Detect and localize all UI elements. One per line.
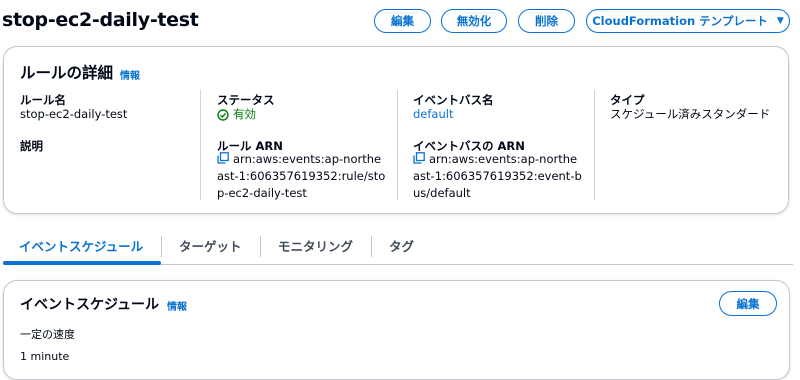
description-label: 説明: [20, 139, 43, 153]
tab-divider: [371, 236, 372, 257]
copy-icon[interactable]: [217, 152, 229, 164]
check-circle-icon: [217, 108, 229, 121]
status-value: 有効: [217, 106, 256, 123]
rule-arn-value: arn:aws:events:ap-northeast-1:6063576193…: [217, 151, 387, 202]
tab-targets[interactable]: ターゲット: [179, 236, 242, 255]
cloudformation-template-label: CloudFormation テンプレート: [592, 14, 768, 28]
active-tab-indicator: [3, 261, 161, 265]
event-bus-arn-value: arn:aws:events:ap-northeast-1:6063576193…: [413, 151, 583, 202]
status-text: 有効: [233, 107, 256, 121]
tab-divider: [260, 236, 261, 257]
delete-button[interactable]: 削除: [518, 9, 575, 33]
copy-icon[interactable]: [413, 152, 425, 164]
event-bus-name-link[interactable]: default: [413, 106, 453, 123]
tab-divider: [161, 236, 162, 257]
rate-value: 1 minute: [20, 350, 70, 363]
event-schedule-title: イベントスケジュール: [20, 297, 160, 313]
rate-label: 一定の速度: [20, 328, 75, 341]
cloudformation-template-dropdown[interactable]: CloudFormation テンプレート ▼: [586, 9, 790, 33]
disable-button[interactable]: 無効化: [441, 9, 507, 33]
rule-arn-text: arn:aws:events:ap-northeast-1:6063576193…: [217, 152, 386, 200]
column-divider: [200, 90, 201, 200]
rule-details-info-link[interactable]: 情報: [120, 67, 140, 82]
type-value: スケジュール済みスタンダード: [610, 107, 771, 121]
event-schedule-panel: イベントスケジュール 情報 編集 一定の速度 1 minute: [3, 280, 790, 380]
tab-bar: イベントスケジュール ターゲット モニタリング タグ: [3, 230, 793, 266]
rule-name-value: stop-ec2-daily-test: [20, 107, 128, 121]
caret-down-icon: ▼: [776, 16, 784, 26]
tab-tags[interactable]: タグ: [389, 236, 414, 255]
event-bus-arn-text: arn:aws:events:ap-northeast-1:6063576193…: [413, 152, 582, 200]
schedule-edit-button[interactable]: 編集: [719, 291, 777, 316]
event-schedule-info-link[interactable]: 情報: [167, 298, 187, 313]
page-title: stop-ec2-daily-test: [2, 9, 199, 31]
column-divider: [397, 90, 398, 200]
column-divider: [594, 90, 595, 200]
rule-details-panel: ルールの詳細 情報 ルール名 stop-ec2-daily-test 説明 ステ…: [3, 46, 789, 214]
edit-button[interactable]: 編集: [374, 9, 431, 33]
tab-monitoring[interactable]: モニタリング: [278, 236, 353, 255]
tab-event-schedule[interactable]: イベントスケジュール: [19, 236, 143, 255]
rule-details-title: ルールの詳細: [20, 64, 114, 82]
